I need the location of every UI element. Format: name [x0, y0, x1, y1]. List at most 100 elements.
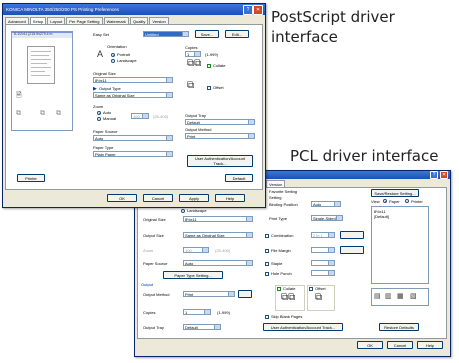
- view-label: View: [371, 199, 380, 204]
- easy-set-label: Easy Set: [93, 32, 110, 37]
- caption-postscript-driver: PostScript driver interface: [271, 8, 395, 46]
- finishing-punch-icon: ⧉: [40, 110, 45, 117]
- original-size-label: Original Size: [143, 217, 166, 222]
- landscape-label: Landscape: [117, 58, 137, 63]
- output-tray-select[interactable]: Default: [185, 119, 255, 125]
- paper-source-label: Paper Source: [143, 261, 168, 266]
- finishing-staple-icon: ⧉: [16, 110, 21, 117]
- default-button[interactable]: Default: [225, 174, 253, 182]
- combination-details-button[interactable]: [340, 231, 364, 239]
- original-size-select[interactable]: 8½x11: [93, 77, 173, 83]
- offset-checkbox[interactable]: [309, 287, 313, 291]
- file-margin-details-button[interactable]: [340, 246, 364, 254]
- binding-position-label: Binding Position: [269, 202, 298, 207]
- ps-printer-button[interactable]: Printer: [17, 174, 45, 182]
- output-section-label: Output: [141, 282, 154, 287]
- pcl-preview-default-text: [Default]: [374, 214, 389, 219]
- zoom-input[interactable]: 100: [183, 247, 209, 253]
- landscape-radio[interactable]: [181, 209, 185, 213]
- collate-icon: ⧉⧉: [281, 292, 296, 303]
- ps-ok-button[interactable]: OK: [107, 194, 137, 202]
- paper-type-select[interactable]: Plain Paper: [93, 151, 173, 157]
- skip-blank-pages-label: Skip Blank Pages: [271, 314, 303, 319]
- zoom-range: (25-400): [215, 248, 231, 253]
- pcl-close-button[interactable]: ✕: [440, 171, 448, 179]
- zoom-manual-radio[interactable]: [97, 117, 101, 121]
- output-method-settings-button[interactable]: [238, 290, 252, 298]
- paper-type-label: Paper Type: [93, 145, 114, 150]
- edit-button[interactable]: Edit...: [225, 30, 249, 38]
- print-type-select[interactable]: Single-Sided: [311, 215, 343, 221]
- offset-checkbox[interactable]: [207, 86, 211, 90]
- output-type-label: Output Type: [99, 86, 121, 91]
- pcl-help-button[interactable]: Help: [417, 341, 443, 349]
- view-printer-radio[interactable]: [405, 199, 409, 203]
- view-paper-radio[interactable]: [383, 199, 387, 203]
- ps-close-button[interactable]: ✕: [253, 5, 263, 15]
- ps-cancel-button[interactable]: Cancel: [143, 194, 173, 202]
- output-method-select[interactable]: Print: [185, 133, 255, 139]
- zoom-label: Zoom: [143, 248, 154, 253]
- zoom-label: Zoom: [93, 104, 104, 109]
- output-type-select[interactable]: Same as Original Size: [93, 92, 173, 98]
- zoom-input[interactable]: 100: [131, 113, 149, 119]
- paper-type-setting-button[interactable]: Paper Type Setting...: [163, 271, 223, 279]
- page-thumbnail-icon: [27, 46, 55, 84]
- print-type-label: Print Type: [269, 216, 287, 221]
- portrait-radio[interactable]: [111, 53, 115, 57]
- copies-range: (1-999): [205, 52, 218, 57]
- combination-checkbox[interactable]: [265, 234, 269, 238]
- user-authentication-button[interactable]: User Authentication/Account Track...: [187, 155, 253, 167]
- staple-checkbox[interactable]: [265, 262, 269, 266]
- hole-punch-select[interactable]: [311, 270, 335, 276]
- output-method-label: Output Method: [143, 292, 170, 297]
- paper-source-select[interactable]: Auto: [183, 260, 253, 266]
- setting-label: Setting: [269, 195, 282, 200]
- zoom-auto-radio[interactable]: [97, 111, 101, 115]
- ps-preview-header-text: 8-1/2x11 [215.9x279.4 m: [14, 32, 53, 36]
- output-method-select[interactable]: Print: [183, 291, 235, 297]
- copies-label: Copies: [143, 310, 156, 315]
- orientation-portrait-icon: A: [97, 49, 104, 59]
- file-margin-select[interactable]: [311, 247, 335, 253]
- ps-help-button[interactable]: Help: [215, 194, 245, 202]
- landscape-label: Landscape: [187, 208, 207, 213]
- binding-position-select[interactable]: Auto: [311, 201, 341, 207]
- combination-label: Combination: [271, 233, 294, 238]
- combination-select[interactable]: 2 in 1: [311, 232, 335, 238]
- save-button[interactable]: Save...: [195, 30, 219, 38]
- pcl-help-title-button[interactable]: ?: [430, 171, 438, 179]
- output-size-select[interactable]: Same as Original Size: [183, 232, 253, 238]
- pcl-cancel-button[interactable]: Cancel: [387, 341, 413, 349]
- copies-range: (1-999): [217, 310, 230, 315]
- finishing-icon-4: ▧: [410, 293, 417, 300]
- user-authentication-button[interactable]: User Authentication/Account Track...: [263, 323, 343, 331]
- staple-select[interactable]: [311, 260, 335, 266]
- collate-checkbox[interactable]: [277, 287, 281, 291]
- output-tray-select[interactable]: Default: [183, 324, 221, 330]
- collate-checkbox[interactable]: [207, 64, 211, 68]
- ps-help-title-button[interactable]: ?: [243, 5, 253, 15]
- original-size-select[interactable]: 8½x11: [183, 216, 253, 222]
- copies-input[interactable]: 1: [185, 51, 201, 57]
- file-margin-label: File Margin: [271, 248, 291, 253]
- skip-blank-pages-checkbox[interactable]: [265, 315, 269, 319]
- view-printer-label: Printer: [411, 199, 423, 204]
- hole-punch-checkbox[interactable]: [265, 272, 269, 276]
- landscape-radio[interactable]: [111, 59, 115, 63]
- paper-source-select[interactable]: Auto: [93, 135, 173, 141]
- pcl-ok-button[interactable]: OK: [357, 341, 383, 349]
- restore-defaults-button[interactable]: Restore Defaults: [379, 323, 419, 331]
- ps-apply-button[interactable]: Apply: [179, 194, 209, 202]
- copies-label: Copies: [185, 45, 198, 50]
- output-method-label: Output Method: [185, 127, 212, 132]
- copies-input[interactable]: 1: [183, 309, 211, 315]
- save-restore-setting-button[interactable]: Save/Restore Setting...: [371, 189, 419, 197]
- portrait-label: Portrait: [117, 52, 130, 57]
- output-tray-label: Output Tray: [143, 325, 164, 330]
- offset-icon: ⧉: [187, 80, 195, 91]
- offset-label: Offset: [315, 286, 326, 291]
- file-margin-checkbox[interactable]: [265, 249, 269, 253]
- zoom-manual-label: Manual: [103, 116, 117, 121]
- easy-set-select[interactable]: Untitled: [143, 31, 189, 37]
